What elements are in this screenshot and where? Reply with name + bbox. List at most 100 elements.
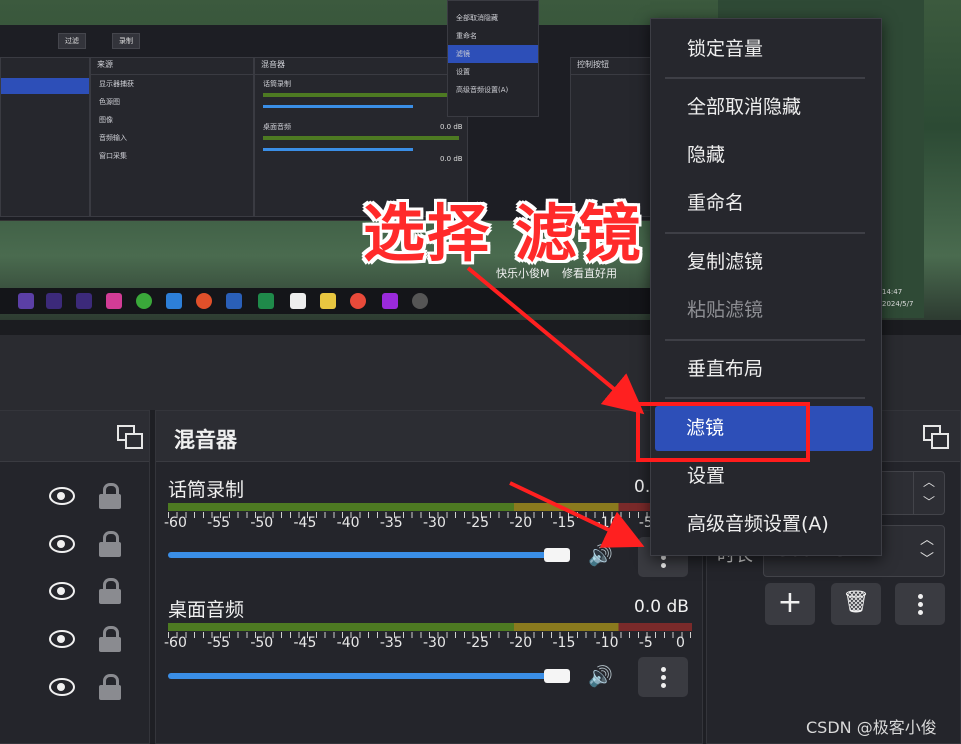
- menu-item-rename[interactable]: 重命名: [651, 183, 881, 223]
- source-row[interactable]: [49, 483, 129, 513]
- speaker-icon[interactable]: 🔊: [588, 665, 616, 687]
- menu-separator: [665, 232, 865, 234]
- volume-slider-handle[interactable]: [544, 669, 570, 683]
- lock-icon[interactable]: [99, 626, 121, 652]
- app-icon: [226, 293, 242, 309]
- menu-separator: [665, 77, 865, 79]
- source-row[interactable]: [49, 674, 129, 704]
- menu-item-vertical-layout[interactable]: 垂直布局: [651, 349, 881, 389]
- preview-date: 2024/5/7: [882, 300, 914, 308]
- meter-scale-label: -25: [466, 635, 490, 651]
- meter-scale-label: -15: [552, 515, 576, 531]
- mixer-track-db: 0.0 dB: [634, 597, 689, 617]
- lock-icon[interactable]: [99, 531, 121, 557]
- delete-transition-button[interactable]: 🗑: [831, 583, 881, 625]
- meter-scale-label: -35: [379, 635, 403, 651]
- app-icon: [136, 293, 152, 309]
- app-icon: [196, 293, 212, 309]
- volume-slider[interactable]: [168, 552, 556, 558]
- preview-controls-title: 控制按钮: [571, 58, 655, 75]
- mixer-track-name: 桌面音频: [168, 599, 245, 621]
- menu-item-hide[interactable]: 隐藏: [651, 135, 881, 175]
- menu-item-lock-volume[interactable]: 锁定音量: [651, 29, 881, 69]
- menu-item-settings[interactable]: 设置: [651, 456, 881, 496]
- mixer-dock: 混音器 话筒录制 0.0 -60 -55 -50 -45 -40 -35 -30 -25 -20…: [155, 410, 703, 744]
- menu-item-advanced-audio[interactable]: 高级音频设置(A): [651, 504, 881, 544]
- sources-dock: [0, 410, 150, 744]
- preview-filter-button: 过滤: [58, 33, 86, 49]
- menu-item-copy-filters[interactable]: 复制滤镜: [651, 242, 881, 282]
- context-menu: 锁定音量 全部取消隐藏 隐藏 重命名 复制滤镜 粘贴滤镜 垂直布局 设置 高级音…: [650, 18, 882, 556]
- meter-scale-label: -20: [509, 635, 533, 651]
- eye-icon[interactable]: [49, 582, 75, 600]
- volume-slider-handle[interactable]: [544, 548, 570, 562]
- undock-icon[interactable]: [117, 425, 143, 449]
- eye-icon[interactable]: [49, 678, 75, 696]
- volume-slider[interactable]: [168, 673, 556, 679]
- meter-scale-label: -35: [379, 515, 403, 531]
- app-icon: [18, 293, 34, 309]
- preview-menu-item: 高级音频设置(A): [456, 86, 509, 94]
- chevron-updown-icon[interactable]: ︿ ﹀: [913, 472, 944, 514]
- preview-slider: [263, 148, 413, 151]
- menu-item-unhide-all[interactable]: 全部取消隐藏: [651, 87, 881, 127]
- eye-icon[interactable]: [49, 535, 75, 553]
- lock-icon[interactable]: [99, 578, 121, 604]
- app-icon: [258, 293, 274, 309]
- preview-context-menu: 全部取消隐藏 重命名 滤镜 设置 高级音频设置(A): [447, 0, 539, 117]
- app-icon: [46, 293, 62, 309]
- add-transition-button[interactable]: +: [765, 583, 815, 625]
- preview-source-row: 显示器捕获: [99, 80, 134, 88]
- meter-scale-label: -30: [423, 515, 446, 531]
- source-row[interactable]: [49, 531, 129, 561]
- meter-scale: -60-55-50-45-40-35-30-25-20-15-10-50: [164, 515, 698, 537]
- preview-source-row: 窗口采集: [99, 152, 127, 160]
- preview-sources-panel: 来源 显示器捕获 色源图 图像 音频输入 窗口采集: [90, 57, 254, 217]
- meter-scale-label: -10: [595, 515, 619, 531]
- source-row[interactable]: [49, 626, 129, 656]
- spin-arrows-icon[interactable]: ︿ ﹀: [914, 530, 940, 570]
- app-icon: [76, 293, 92, 309]
- preview-taskbar: [0, 288, 655, 314]
- preview-slider: [263, 105, 413, 108]
- menu-separator: [665, 339, 865, 341]
- meter-scale-label: -45: [293, 515, 317, 531]
- menu-item-paste-filters: 粘贴滤镜: [687, 299, 764, 321]
- meter-scale-label: -10: [595, 635, 619, 651]
- preview-menu-item: 滤镜: [448, 45, 538, 63]
- mixer-title: 混音器: [174, 428, 237, 452]
- preview-db-2: 0.0 dB: [440, 155, 463, 163]
- lock-icon[interactable]: [99, 674, 121, 700]
- app-icon: [412, 293, 428, 309]
- meter-scale: -60-55-50-45-40-35-30-25-20-15-10-50: [164, 635, 698, 657]
- preview-mixer-title: 混音器: [255, 58, 467, 75]
- preview-source-row: 色源图: [99, 98, 120, 106]
- meter-scale-label: -50: [250, 635, 274, 651]
- app-icon: [106, 293, 122, 309]
- meter-scale-label: -40: [336, 515, 360, 531]
- meter-scale-label: -25: [466, 515, 490, 531]
- app-icon: [320, 293, 336, 309]
- volume-meter: [168, 623, 692, 631]
- app-icon: [350, 293, 366, 309]
- annotation-callout: 选择 滤镜: [363, 197, 643, 270]
- eye-icon[interactable]: [49, 630, 75, 648]
- app-icon: [166, 293, 182, 309]
- meter-scale-label: -5: [638, 635, 653, 651]
- preview-clock: 14:47: [882, 288, 903, 296]
- speaker-icon[interactable]: 🔊: [588, 544, 616, 566]
- meter-scale-label: 0: [676, 635, 685, 651]
- source-row[interactable]: [49, 578, 129, 608]
- eye-icon[interactable]: [49, 487, 75, 505]
- lock-icon[interactable]: [99, 483, 121, 509]
- undock-icon[interactable]: [923, 425, 949, 449]
- transition-menu-button[interactable]: [895, 583, 945, 625]
- preview-source-row: 音频输入: [99, 134, 127, 142]
- track-menu-button[interactable]: [638, 657, 688, 697]
- preview-menu-item: 全部取消隐藏: [456, 14, 498, 22]
- meter-scale-label: -55: [207, 515, 231, 531]
- preview-record-button: 录制: [112, 33, 140, 49]
- preview-meter: [263, 93, 459, 97]
- preview-scenes-panel: [0, 57, 90, 217]
- meter-scale-label: -40: [336, 635, 360, 651]
